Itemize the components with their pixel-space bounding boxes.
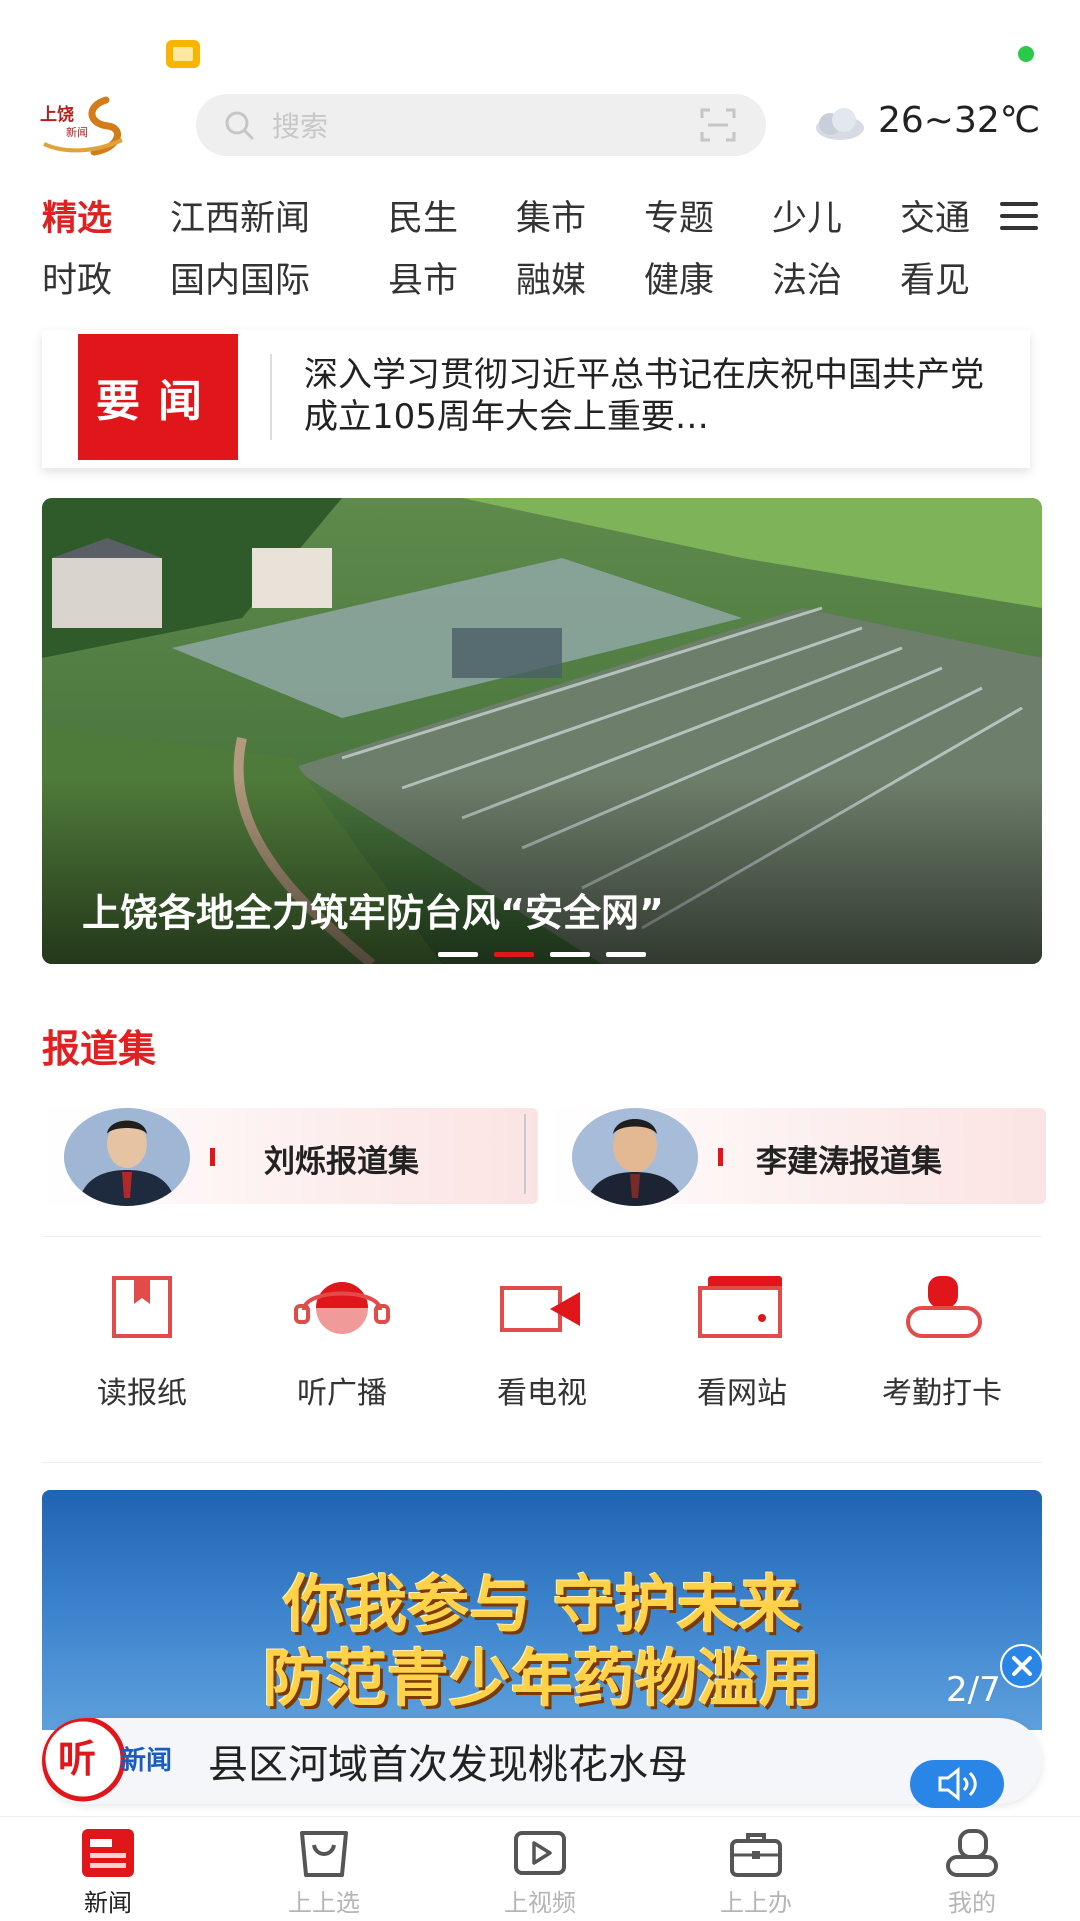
avatar <box>64 1108 190 1206</box>
shortcut-label: 看电视 <box>497 1376 587 1411</box>
search-icon <box>225 111 254 140</box>
nav-shangshangban[interactable]: 上上办 <box>648 1817 864 1921</box>
carousel-dot-active[interactable] <box>494 952 534 957</box>
weather-temperature: 26~32℃ <box>878 100 1041 141</box>
nav-label: 我的 <box>948 1889 996 1917</box>
report-name[interactable]: 李建涛报道集 <box>756 1136 942 1181</box>
search-bar[interactable] <box>196 94 766 156</box>
carousel-caption[interactable]: 上饶各地全力筑牢防台风“安全网” <box>82 882 664 937</box>
headline-card[interactable]: 要闻 深入学习贯彻习近平总书记在庆祝中国共产党成立105周年大会上重要… <box>42 330 1030 468</box>
nav-label: 上上选 <box>288 1889 360 1917</box>
attendance-icon <box>906 1276 982 1338</box>
tab-jiangxi-news[interactable]: 江西新闻 <box>170 190 310 241</box>
listen-logo-icon: 听 <box>42 1718 126 1802</box>
shortcut-listen-radio[interactable]: 听广播 <box>242 1274 442 1414</box>
tab-rongmei[interactable]: 融媒 <box>516 252 586 303</box>
nav-profile[interactable]: 我的 <box>864 1817 1080 1921</box>
notification-icon <box>166 40 200 68</box>
speaker-icon[interactable] <box>910 1760 1004 1808</box>
report-separator <box>524 1114 526 1194</box>
headline-text[interactable]: 深入学习贯彻习近平总书记在庆祝中国共产党成立105周年大会上重要… <box>304 354 1004 438</box>
nav-label: 新闻 <box>84 1889 132 1917</box>
banner-headline-line2: 防范青少年药物滥用 <box>262 1642 821 1715</box>
tab-fazhi[interactable]: 法治 <box>772 252 842 303</box>
status-bar <box>0 0 1080 90</box>
tab-shizheng[interactable]: 时政 <box>42 252 112 303</box>
profile-icon <box>946 1829 998 1877</box>
search-input[interactable] <box>270 106 654 146</box>
shortcut-visit-website[interactable]: 看网站 <box>642 1274 842 1414</box>
report-card-li[interactable]: 李建涛报道集 <box>550 1108 1046 1206</box>
tab-jingxuan[interactable]: 精选 <box>42 190 112 241</box>
audio-news-bar[interactable]: 听 新闻 县区河域首次发现桃花水母 <box>42 1718 1042 1804</box>
shortcut-label: 考勤打卡 <box>882 1376 1002 1411</box>
website-icon <box>698 1276 782 1338</box>
headline-divider <box>270 354 272 440</box>
close-icon[interactable] <box>1000 1644 1044 1688</box>
avatar <box>572 1108 698 1206</box>
carousel-dot[interactable] <box>606 952 646 957</box>
briefcase-icon <box>730 1833 782 1877</box>
section-divider <box>42 1462 1042 1463</box>
shortcut-read-newspaper[interactable]: 读报纸 <box>42 1274 242 1414</box>
audio-news-title[interactable]: 县区河域首次发现桃花水母 <box>208 1732 688 1790</box>
logo-text-bottom: 新闻 <box>66 125 88 139</box>
cloud-icon <box>816 108 864 140</box>
video-camera-icon <box>500 1286 580 1332</box>
tab-minsheng[interactable]: 民生 <box>388 190 458 241</box>
banner-page-indicator: 2/7 <box>946 1670 1001 1710</box>
news-carousel[interactable]: 上饶各地全力筑牢防台风“安全网” <box>42 498 1042 964</box>
bottom-navigation: 新闻 上上选 上视频 上上办 我的 <box>0 1816 1080 1921</box>
tab-xianshi[interactable]: 县市 <box>388 252 458 303</box>
tab-jiankang[interactable]: 健康 <box>644 252 714 303</box>
nav-label: 上上办 <box>720 1889 792 1917</box>
status-indicator-dot <box>1018 46 1034 62</box>
radio-headset-icon <box>294 1282 390 1334</box>
menu-icon[interactable] <box>998 198 1040 234</box>
news-icon <box>82 1829 134 1877</box>
headline-badge: 要闻 <box>78 334 238 460</box>
shortcut-label: 听广播 <box>297 1376 387 1411</box>
tab-jiaotong[interactable]: 交通 <box>900 190 970 241</box>
play-video-icon <box>514 1831 566 1875</box>
tab-kanjian[interactable]: 看见 <box>900 252 970 303</box>
carousel-dot[interactable] <box>550 952 590 957</box>
shopping-bag-icon <box>300 1831 348 1877</box>
promo-banner[interactable]: 你我参与 守护未来 防范青少年药物滥用 <box>42 1490 1042 1730</box>
newspaper-icon <box>112 1276 172 1338</box>
nav-label: 上视频 <box>504 1889 576 1917</box>
section-divider <box>42 1236 1042 1237</box>
tab-shaoer[interactable]: 少儿 <box>772 190 842 241</box>
audio-category-label: 新闻 <box>120 1746 173 1776</box>
nav-video[interactable]: 上视频 <box>432 1817 648 1921</box>
shortcut-label: 看网站 <box>697 1376 787 1411</box>
shortcut-attendance[interactable]: 考勤打卡 <box>842 1274 1042 1414</box>
shortcut-watch-tv[interactable]: 看电视 <box>442 1274 642 1414</box>
tab-guonei-guoji[interactable]: 国内国际 <box>170 252 310 303</box>
report-accent-bar <box>210 1148 215 1166</box>
tab-zhuanti[interactable]: 专题 <box>644 190 714 241</box>
report-accent-bar <box>718 1148 723 1166</box>
app-logo[interactable]: 上饶 新闻 <box>36 96 132 158</box>
reports-section-title: 报道集 <box>42 1027 157 1071</box>
nav-news[interactable]: 新闻 <box>0 1817 216 1921</box>
shortcut-label: 读报纸 <box>97 1376 187 1411</box>
scan-icon[interactable] <box>700 108 736 142</box>
tab-jishi[interactable]: 集市 <box>516 190 586 241</box>
carousel-dot[interactable] <box>438 952 478 957</box>
report-name[interactable]: 刘烁报道集 <box>264 1136 419 1181</box>
listen-logo-text: 听 <box>58 1737 96 1781</box>
nav-shangshangxuan[interactable]: 上上选 <box>216 1817 432 1921</box>
logo-text-top: 上饶 <box>40 104 74 125</box>
report-card-liu[interactable]: 刘烁报道集 <box>42 1108 538 1206</box>
